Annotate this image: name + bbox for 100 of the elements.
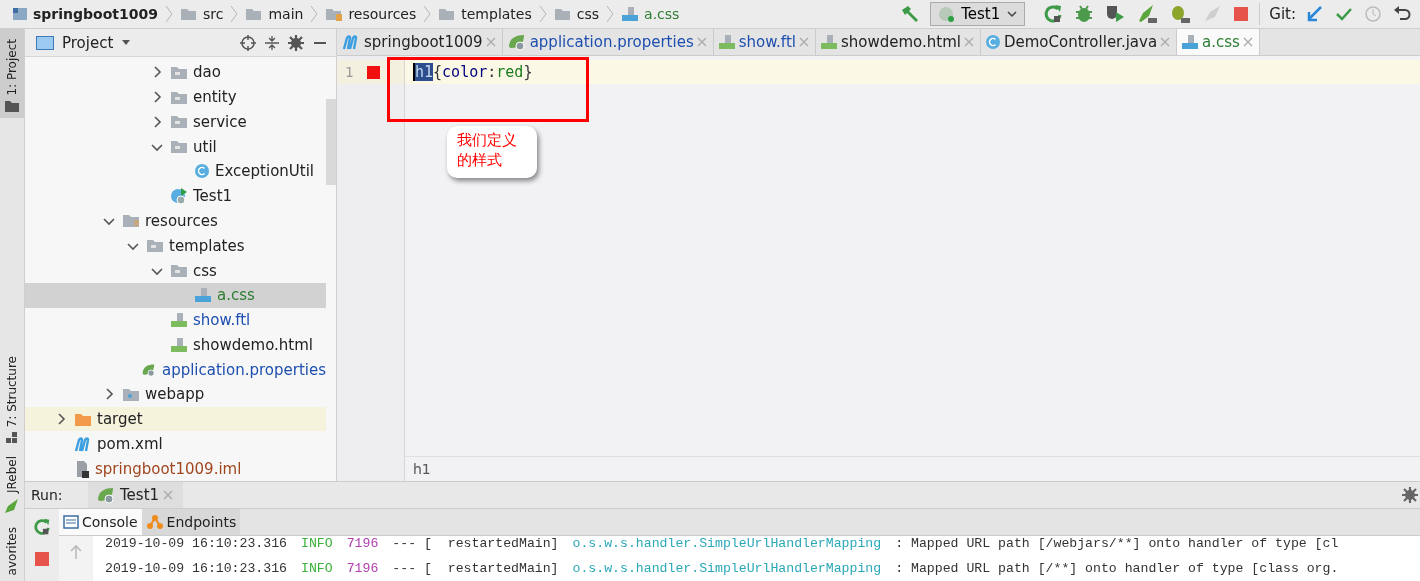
caret-icon [1006,9,1019,19]
folder-icon [438,6,457,22]
git-label: Git: [1269,5,1296,23]
editor-tab[interactable]: a.css [1177,29,1260,55]
folder-icon [122,213,140,229]
log-text: 7196 [346,561,379,576]
log-text: 7196 [346,536,379,551]
chevron-icon [230,4,239,24]
tree-item[interactable]: webapp [25,381,326,407]
folder-icon [170,89,188,105]
scrollbar[interactable] [326,99,336,185]
breadcrumb-item[interactable]: main [268,6,304,22]
console-icon [63,514,79,530]
settings-icon[interactable] [1402,487,1418,503]
chevron-icon [606,4,615,24]
log-text: 2019-10-09 16:10:23.316 [105,536,288,551]
panel-title[interactable]: Project [62,33,114,52]
tree-item[interactable]: showdemo.html [25,332,326,358]
chevron-icon[interactable] [151,115,163,128]
run-tab[interactable]: Test1 [88,482,184,508]
tree-item[interactable]: resources [25,208,326,234]
breadcrumb-item[interactable]: springboot1009 [33,6,158,22]
rerun-icon[interactable] [32,517,52,537]
console-tab[interactable]: Console [59,509,142,535]
chevron-icon [310,4,319,24]
code-token: h1 [413,63,434,81]
editor-tab[interactable]: springboot1009 [337,29,503,55]
maven-icon [74,435,92,452]
tree-item[interactable]: application.properties [25,357,326,382]
tree-item[interactable]: util [25,134,326,160]
annotation-callout: 我们定义的样式 [447,126,537,178]
console-tab[interactable]: Endpoints [141,509,241,535]
chevron-icon [164,4,173,24]
css-file-icon [621,6,640,22]
tree-item[interactable]: ExceptionUtil [25,159,326,184]
leaf-icon [506,33,527,51]
template-file-icon [717,34,736,50]
folder-icon [553,6,572,22]
log-text: --- [ restartedMain] [392,536,559,551]
locate-icon[interactable] [240,34,256,51]
folder-icon [146,238,164,254]
tree-item[interactable]: show.ftl [25,307,326,333]
log-text: : Mapped URL path [/**] onto handler of type [class org. [895,561,1339,576]
update-icon[interactable] [1305,4,1325,24]
tree-item[interactable]: templates [25,233,326,259]
css-file-icon [194,287,212,304]
tree-item[interactable]: entity [25,84,326,110]
tree-item[interactable]: springboot1009.iml [25,456,326,481]
spring-boot-icon [937,5,956,23]
tree-item[interactable]: css [25,258,326,283]
panel-icon [36,35,54,50]
tool-window-tab[interactable]: 1: Project [0,29,24,118]
html-file-icon [170,336,188,353]
code-token: color [442,63,488,81]
tree-item[interactable]: Test1 [25,183,326,209]
chevron-icon[interactable] [151,66,163,79]
tool-window-tab[interactable]: 7: Structure [0,350,24,450]
chevron-icon [538,4,547,24]
settings-icon[interactable] [288,34,304,51]
tool-window-tab[interactable]: avorites [0,520,24,581]
breadcrumb-item[interactable]: css [576,6,600,22]
stop-icon[interactable] [34,551,50,567]
breadcrumb-item[interactable]: a.css [644,6,680,22]
tree-item[interactable]: target [25,406,326,432]
breadcrumb-item[interactable]: templates [461,6,532,22]
rocket-icon [3,496,21,515]
run-configuration-dropdown[interactable]: Test1 [930,2,1026,26]
collapse-icon[interactable] [264,34,280,51]
tree-item[interactable]: service [25,109,326,135]
breadcrumb-item[interactable]: src [202,6,224,22]
template-file-icon [170,312,188,329]
editor-breadcrumb[interactable]: h1 [413,461,431,477]
code-token: { [433,63,443,81]
folder-icon [170,263,188,278]
tree-item[interactable]: pom.xml [25,431,326,457]
tool-window-tab[interactable]: JRebel [0,449,24,521]
breadcrumb-item[interactable]: resources [348,6,417,22]
breakpoint-icon[interactable] [367,65,381,79]
class-icon [194,163,210,180]
chevron-icon[interactable] [103,388,115,401]
chevron-icon [423,4,432,24]
folder-icon [122,386,140,402]
chevron-icon[interactable] [55,413,67,426]
tree-item[interactable]: dao [25,60,326,85]
code-token: : [487,63,497,81]
folder-icon [245,6,264,22]
code-token: } [523,63,533,81]
folder-icon [170,114,188,130]
log-text: 2019-10-09 16:10:23.316 [105,561,288,576]
editor-tab[interactable]: show.ftl [713,29,816,55]
stop-icon[interactable] [1232,5,1251,23]
caret-icon[interactable] [121,38,132,47]
log-text: o.s.w.s.handler.SimpleUrlHandlerMapping [572,561,882,576]
folder-icon [5,99,19,112]
folder-icon [74,411,92,427]
chevron-icon[interactable] [151,91,163,104]
endpoints-icon [145,514,164,530]
editor-tab[interactable]: application.properties [502,29,714,55]
editor-tab[interactable]: showdemo.html [815,29,981,55]
file-icon [74,459,90,478]
